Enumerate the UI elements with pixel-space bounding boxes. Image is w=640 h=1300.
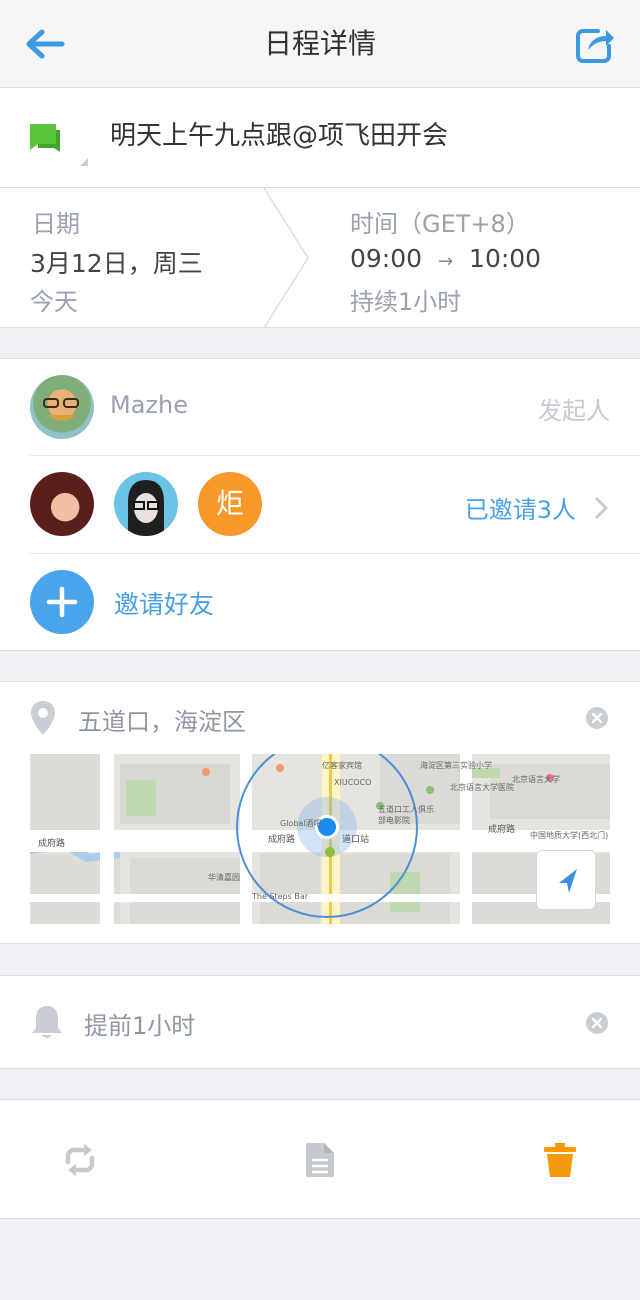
date-label: 日期 xyxy=(32,210,80,238)
invitee-avatar xyxy=(114,472,178,536)
map-label-poi: 五道口工人俱乐部电影院 xyxy=(378,805,434,825)
document-icon xyxy=(306,1143,334,1177)
location-map[interactable]: 成府路 成府路 成府路 道口站 Global酒吧 XIUCOCO 亿客家宾馆 海… xyxy=(30,754,610,924)
share-button[interactable] xyxy=(574,24,616,64)
organizer-role: 发起人 xyxy=(538,397,610,425)
time-block[interactable]: 时间（GET+8） 09:00 → 10:00 持续1小时 xyxy=(320,188,640,328)
divider-chevron xyxy=(263,188,309,328)
organizer-row[interactable]: Mazhe 发起人 xyxy=(0,359,640,455)
bell-icon xyxy=(32,1006,62,1038)
delete-button[interactable] xyxy=(540,1140,580,1180)
trash-icon xyxy=(544,1143,576,1177)
clear-location-button[interactable] xyxy=(586,707,608,729)
map-label-poi: 北京语言大学医院 xyxy=(450,783,514,792)
map-label-poi: 中国地质大学(西北门) xyxy=(530,831,609,840)
map-label-poi: 华清嘉园 xyxy=(208,873,240,882)
repeat-button[interactable] xyxy=(60,1140,100,1180)
time-arrow: → xyxy=(438,251,454,272)
event-title[interactable]: 明天上午九点跟@项飞田开会 xyxy=(110,118,448,154)
reminder-section: 提前1小时 xyxy=(0,975,640,1069)
invite-friends-row[interactable]: 邀请好友 xyxy=(0,554,640,651)
time-start: 09:00 xyxy=(350,244,423,273)
location-label[interactable]: 五道口，海淀区 xyxy=(78,702,246,737)
time-range: 09:00 → 10:00 xyxy=(350,244,541,273)
location-pin-icon xyxy=(31,701,55,735)
date-value: 3月12日，周三 xyxy=(30,249,203,278)
navigation-arrow-icon xyxy=(559,869,577,893)
invitee-avatar-char: 炬 xyxy=(215,487,244,520)
date-relative: 今天 xyxy=(30,288,78,316)
reminder-label[interactable]: 提前1小时 xyxy=(84,1006,195,1041)
map-label-poi: The Steps Bar xyxy=(252,892,309,901)
add-friend-button[interactable] xyxy=(30,570,94,634)
chat-flag-icon xyxy=(28,122,92,168)
clear-reminder-button[interactable] xyxy=(586,1012,608,1034)
map-label-road: 成府路 xyxy=(488,825,516,835)
map-label-poi: XIUCOCO xyxy=(334,778,372,787)
map-label-poi: 亿客家宾馆 xyxy=(322,761,362,770)
close-icon xyxy=(591,1017,603,1029)
organizer-avatar xyxy=(30,375,94,439)
time-duration: 持续1小时 xyxy=(350,288,462,316)
page-title: 日程详情 xyxy=(263,27,376,60)
repeat-icon xyxy=(65,1144,95,1176)
invite-friends-label: 邀请好友 xyxy=(114,590,215,619)
event-title-section: 明天上午九点跟@项飞田开会 xyxy=(0,88,640,188)
invitees-row[interactable]: 炬 已邀请3人 xyxy=(0,456,640,553)
map-label-station: 道口站 xyxy=(342,835,370,845)
map-label-road: 成府路 xyxy=(268,835,296,845)
locate-me-button[interactable] xyxy=(536,850,596,910)
organizer-name: Mazhe xyxy=(110,391,188,419)
bottom-toolbar xyxy=(0,1099,640,1219)
date-time-section: 日期 3月12日，周三 今天 时间（GET+8） 09:00 → 10:00 持… xyxy=(0,188,640,328)
map-label-poi: 北京语言大学 xyxy=(512,775,560,784)
map-label-road: 成府路 xyxy=(38,839,66,849)
note-button[interactable] xyxy=(300,1140,340,1180)
chevron-right-icon xyxy=(595,497,608,519)
location-section: 五道口，海淀区 成府路 成府路 成府路 道口站 Global酒吧 XIUCOCO… xyxy=(0,681,640,944)
nav-bar: 日程详情 xyxy=(0,0,640,88)
invitee-avatar xyxy=(30,472,94,536)
invitee-avatar: 炬 xyxy=(198,472,262,536)
share-icon xyxy=(576,29,614,63)
invited-count: 已邀请3人 xyxy=(464,496,576,524)
time-label: 时间（GET+8） xyxy=(350,210,530,238)
date-block[interactable]: 日期 3月12日，周三 今天 xyxy=(0,188,300,328)
participants-section: Mazhe 发起人 炬 已邀请3人 邀请好友 xyxy=(0,358,640,651)
map-label-poi: 海淀区第三实验小学 xyxy=(420,761,492,770)
map-label-poi: Global酒吧 xyxy=(280,819,322,828)
plus-icon xyxy=(46,586,78,618)
time-end: 10:00 xyxy=(469,244,542,273)
close-icon xyxy=(591,712,603,724)
